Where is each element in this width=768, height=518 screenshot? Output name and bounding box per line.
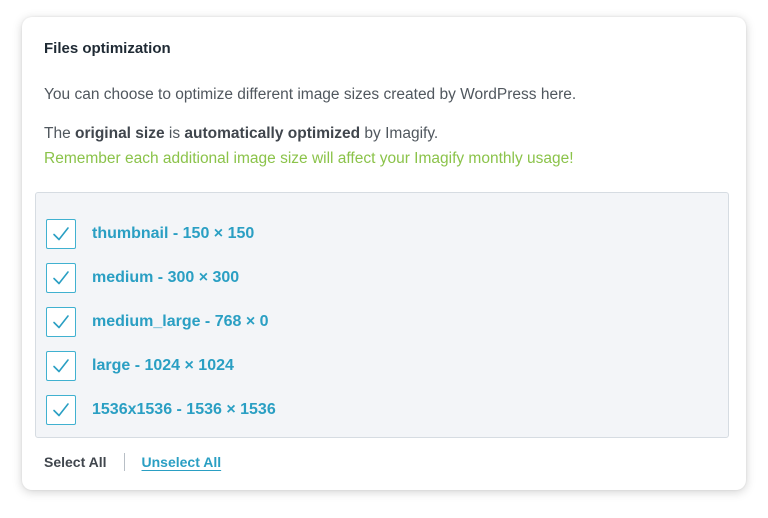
checkmark-icon xyxy=(53,403,69,417)
checkmark-icon xyxy=(53,315,69,329)
section-title: Files optimization xyxy=(44,40,171,57)
size-option-thumbnail[interactable]: thumbnail - 150 × 150 xyxy=(46,219,646,249)
note-original-size: original size xyxy=(75,125,165,142)
size-option-large[interactable]: large - 1024 × 1024 xyxy=(46,351,646,381)
medium-large-checkbox[interactable] xyxy=(46,307,76,337)
image-sizes-list: thumbnail - 150 × 150 medium - 300 × 300… xyxy=(35,192,729,438)
selection-actions: Select All Unselect All xyxy=(44,452,221,472)
size-option-medium[interactable]: medium - 300 × 300 xyxy=(46,263,646,293)
1536x1536-checkbox[interactable] xyxy=(46,395,76,425)
unselect-all-button[interactable]: Unselect All xyxy=(142,454,222,470)
checkmark-icon xyxy=(53,271,69,285)
original-size-note: The original size is automatically optim… xyxy=(44,125,438,143)
1536x1536-label: 1536x1536 - 1536 × 1536 xyxy=(92,401,276,418)
note-suffix: by Imagify. xyxy=(360,125,439,142)
select-all-button[interactable]: Select All xyxy=(44,454,107,470)
medium-checkbox[interactable] xyxy=(46,263,76,293)
usage-warning: Remember each additional image size will… xyxy=(44,150,574,167)
thumbnail-checkbox[interactable] xyxy=(46,219,76,249)
checkmark-icon xyxy=(53,227,69,241)
actions-divider xyxy=(123,453,125,471)
medium-large-label: medium_large - 768 × 0 xyxy=(92,313,269,330)
note-automatically-optimized: automatically optimized xyxy=(184,125,361,142)
thumbnail-label: thumbnail - 150 × 150 xyxy=(92,225,255,242)
large-checkbox[interactable] xyxy=(46,351,76,381)
size-option-1536x1536[interactable]: 1536x1536 - 1536 × 1536 xyxy=(46,395,646,425)
size-option-medium-large[interactable]: medium_large - 768 × 0 xyxy=(46,307,646,337)
page-background: Files optimization You can choose to opt… xyxy=(0,0,768,518)
files-optimization-card: Files optimization You can choose to opt… xyxy=(22,17,746,490)
medium-label: medium - 300 × 300 xyxy=(92,269,240,286)
note-prefix: The xyxy=(44,125,76,142)
note-middle: is xyxy=(164,125,185,142)
large-label: large - 1024 × 1024 xyxy=(92,357,234,374)
intro-text: You can choose to optimize different ima… xyxy=(44,86,577,103)
checkmark-icon xyxy=(53,359,69,373)
